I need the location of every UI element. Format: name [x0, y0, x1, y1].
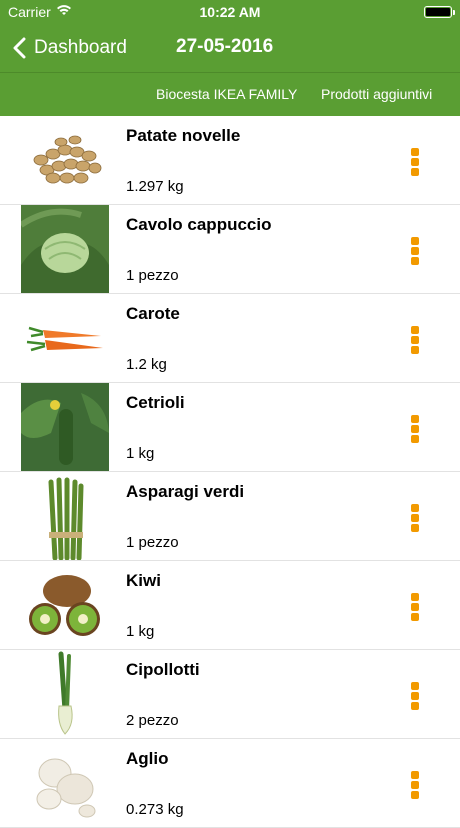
list-item[interactable]: Patate novelle 1.297 kg: [0, 116, 460, 205]
navigation-bar: Dashboard 27-05-2016: [0, 24, 460, 72]
product-name: Aglio: [126, 749, 169, 768]
product-name: Cetrioli: [126, 393, 185, 412]
list-item[interactable]: Kiwi 1 kg: [0, 561, 460, 650]
more-options-icon[interactable]: [405, 589, 425, 623]
product-name: Patate novelle: [126, 126, 241, 145]
product-quantity: 2 pezzo: [126, 712, 179, 729]
more-options-icon[interactable]: [405, 233, 425, 267]
product-quantity: 1 pezzo: [126, 534, 179, 551]
cucumber-image: [21, 383, 109, 471]
status-time: 10:22 AM: [199, 4, 261, 20]
back-button-label: Dashboard: [34, 37, 127, 58]
product-name: Carote: [126, 304, 180, 323]
product-quantity: 1.2 kg: [126, 356, 167, 373]
tab-biocesta[interactable]: Biocesta IKEA FAMILY: [156, 86, 297, 102]
product-quantity: 1.297 kg: [126, 178, 184, 195]
kiwi-image: [21, 561, 109, 649]
list-item[interactable]: Cavolo cappuccio 1 pezzo: [0, 205, 460, 294]
page-title: 27-05-2016: [176, 36, 274, 57]
battery-icon: [424, 6, 455, 18]
more-options-icon[interactable]: [405, 322, 425, 356]
product-quantity: 1 kg: [126, 623, 155, 640]
potatoes-image: [21, 116, 109, 204]
more-options-icon[interactable]: [405, 411, 425, 445]
tab-prodotti-aggiuntivi[interactable]: Prodotti aggiuntivi: [321, 86, 432, 102]
asparagus-image: [21, 472, 109, 560]
product-quantity: 1 pezzo: [126, 267, 179, 284]
product-list: Patate novelle 1.297 kg Cavolo cappuccio…: [0, 116, 460, 828]
list-item[interactable]: Cipollotti 2 pezzo: [0, 650, 460, 739]
product-name: Kiwi: [126, 571, 161, 590]
product-name: Cipollotti: [126, 660, 200, 679]
more-options-icon[interactable]: [405, 500, 425, 534]
list-item[interactable]: Carote 1.2 kg: [0, 294, 460, 383]
back-button[interactable]: Dashboard: [12, 34, 127, 62]
product-name: Cavolo cappuccio: [126, 215, 272, 234]
garlic-image: [21, 739, 109, 827]
more-options-icon[interactable]: [405, 144, 425, 178]
spring-onion-image: [21, 650, 109, 738]
list-item[interactable]: Asparagi verdi 1 pezzo: [0, 472, 460, 561]
more-options-icon[interactable]: [405, 767, 425, 801]
status-bar: Carrier 10:22 AM: [0, 0, 460, 24]
cabbage-image: [21, 205, 109, 293]
product-quantity: 0.273 kg: [126, 801, 184, 818]
carrots-image: [21, 294, 109, 382]
list-item[interactable]: Cetrioli 1 kg: [0, 383, 460, 472]
chevron-left-icon: [13, 37, 26, 59]
product-name: Asparagi verdi: [126, 482, 245, 501]
list-item[interactable]: Aglio 0.273 kg: [0, 739, 460, 828]
more-options-icon[interactable]: [405, 678, 425, 712]
segment-tabs: Biocesta IKEA FAMILY Prodotti aggiuntivi: [0, 72, 460, 116]
product-quantity: 1 kg: [126, 445, 155, 462]
